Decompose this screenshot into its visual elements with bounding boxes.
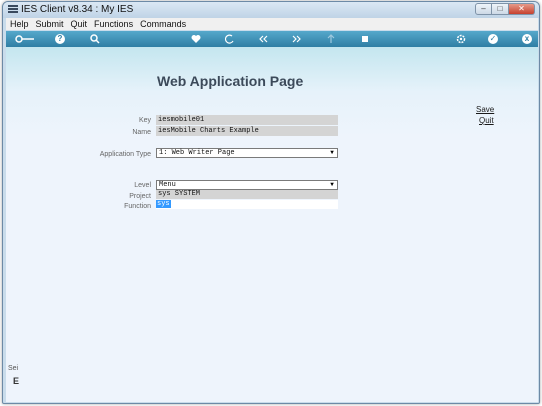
gear-icon[interactable] — [454, 31, 468, 47]
level-select[interactable]: Menu ▼ — [156, 180, 338, 190]
project-field[interactable]: sys SYSTEM — [156, 190, 338, 199]
info-icon[interactable]: ? — [55, 34, 65, 44]
window-controls: – □ ✕ — [475, 3, 535, 15]
stop-icon[interactable] — [358, 31, 372, 47]
menu-bar: Help Submit Quit Functions Commands — [6, 18, 538, 30]
refresh-icon[interactable] — [222, 31, 236, 47]
function-label: Function — [124, 203, 151, 210]
application-type-select[interactable]: 1: Web Writer Page ▼ — [156, 148, 338, 158]
function-input[interactable]: sys — [156, 200, 338, 209]
app-icon — [8, 5, 18, 14]
menu-quit[interactable]: Quit — [67, 19, 91, 29]
save-link[interactable]: Save — [476, 105, 494, 114]
project-label: Project — [129, 193, 151, 200]
close-window-button[interactable]: ✕ — [509, 3, 535, 15]
close-icon[interactable]: x — [522, 34, 532, 44]
quit-link[interactable]: Quit — [479, 116, 494, 125]
level-value: Menu — [159, 181, 176, 189]
name-label: Name — [132, 129, 151, 136]
heart-icon[interactable] — [189, 31, 203, 47]
key-field[interactable]: iesmobile01 — [156, 115, 338, 125]
search-icon[interactable] — [88, 31, 102, 47]
sidebar-partial-text: Sei — [8, 365, 19, 372]
level-label: Level — [134, 182, 151, 189]
chevron-down-icon: ▼ — [330, 181, 334, 188]
menu-commands[interactable]: Commands — [136, 19, 189, 29]
menu-help[interactable]: Help — [6, 19, 32, 29]
key-label: Key — [138, 117, 151, 124]
content-area: Web Application Page Save Quit Key iesmo… — [6, 47, 538, 402]
forward-icon[interactable] — [290, 31, 304, 47]
name-field[interactable]: iesMobile Charts Example — [156, 126, 338, 136]
app-window: IES Client v8.34 : My IES – □ ✕ Help Sub… — [2, 1, 540, 404]
maximize-button[interactable]: □ — [492, 3, 509, 15]
minimize-button[interactable]: – — [475, 3, 492, 15]
menu-functions[interactable]: Functions — [90, 19, 136, 29]
toolbar: ? ✓ x — [6, 31, 538, 47]
sidebar-partial-letter: E — [13, 376, 20, 386]
window-title: IES Client v8.34 : My IES — [21, 4, 134, 15]
chevron-down-icon: ▼ — [330, 149, 334, 156]
menu-submit[interactable]: Submit — [32, 19, 67, 29]
back-icon[interactable] — [256, 31, 270, 47]
check-icon[interactable]: ✓ — [488, 34, 498, 44]
title-bar: IES Client v8.34 : My IES – □ ✕ — [3, 2, 539, 18]
application-type-value: 1: Web Writer Page — [159, 149, 235, 157]
page-title: Web Application Page — [157, 73, 304, 89]
upload-icon[interactable] — [324, 31, 338, 47]
key-icon[interactable] — [14, 31, 36, 47]
function-value: sys — [156, 200, 171, 208]
application-type-label: Application Type — [99, 151, 151, 158]
